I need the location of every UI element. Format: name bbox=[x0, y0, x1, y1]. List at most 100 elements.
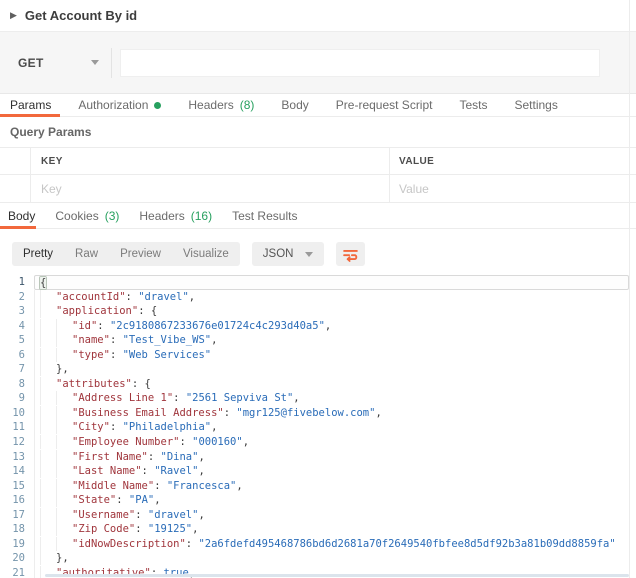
code-line: 17"Username": "dravel", bbox=[0, 508, 636, 523]
indent-guide bbox=[40, 304, 56, 318]
query-params-label: Query Params bbox=[10, 125, 91, 139]
code-line-content: "Address Line 1": "2561 Sepviva St", bbox=[34, 391, 300, 406]
tab-tests[interactable]: Tests bbox=[459, 98, 487, 112]
indent-guide bbox=[56, 435, 72, 449]
url-input[interactable] bbox=[120, 49, 600, 77]
indent-guide bbox=[56, 333, 72, 347]
code-token: "type" bbox=[72, 349, 110, 361]
code-token: "Username" bbox=[72, 509, 135, 521]
code-token: "Business Email Address" bbox=[72, 407, 224, 419]
code-line-content: }, bbox=[34, 551, 69, 566]
code-token: , bbox=[211, 334, 217, 346]
tab-settings[interactable]: Settings bbox=[515, 98, 558, 112]
auth-configured-dot-icon bbox=[154, 102, 161, 109]
code-token: , bbox=[325, 320, 331, 332]
code-line: 10"Business Email Address": "mgr125@five… bbox=[0, 406, 636, 421]
code-line: 1{ bbox=[0, 275, 636, 290]
code-token: "Francesca" bbox=[167, 480, 237, 492]
request-title-bar: ▶ Get Account By id bbox=[0, 0, 636, 32]
tab-pre-request-script[interactable]: Pre-request Script bbox=[336, 98, 433, 112]
code-token: { bbox=[40, 277, 46, 289]
view-mode-raw[interactable]: Raw bbox=[64, 242, 109, 266]
line-number: 21 bbox=[0, 566, 34, 578]
collapse-arrow-icon[interactable]: ▶ bbox=[10, 10, 17, 21]
code-line-content: "State": "PA", bbox=[34, 493, 161, 508]
active-tab-indicator bbox=[0, 226, 36, 229]
chevron-down-icon bbox=[91, 60, 99, 65]
response-body-editor[interactable]: 1{2"accountId": "dravel",3"application":… bbox=[0, 272, 636, 578]
code-token: : bbox=[135, 523, 148, 535]
code-token: "State" bbox=[72, 494, 116, 506]
tab-authorization[interactable]: Authorization bbox=[78, 98, 161, 112]
indent-guide bbox=[40, 537, 56, 551]
code-token: "name" bbox=[72, 334, 110, 346]
response-tab-body[interactable]: Body bbox=[8, 209, 35, 223]
code-token: , bbox=[236, 480, 242, 492]
checkbox-column bbox=[0, 148, 31, 174]
code-token: "idNowDescription" bbox=[72, 538, 186, 550]
view-mode-pretty[interactable]: Pretty bbox=[12, 242, 64, 266]
view-mode-visualize[interactable]: Visualize bbox=[172, 242, 240, 266]
format-label: JSON bbox=[263, 248, 294, 260]
response-tab-cookies[interactable]: Cookies (3) bbox=[55, 209, 119, 223]
code-token: , bbox=[198, 465, 204, 477]
code-line-content: "Zip Code": "19125", bbox=[34, 522, 198, 537]
code-token: , bbox=[198, 451, 204, 463]
code-token: "Zip Code" bbox=[72, 523, 135, 535]
tab-headers[interactable]: Headers (8) bbox=[188, 98, 254, 112]
line-number: 16 bbox=[0, 493, 34, 508]
response-view-toolbar: Pretty Raw Preview Visualize JSON bbox=[0, 229, 636, 272]
view-mode-preview[interactable]: Preview bbox=[109, 242, 172, 266]
code-line: 18"Zip Code": "19125", bbox=[0, 522, 636, 537]
code-token: "attributes" bbox=[56, 378, 132, 390]
code-token: : bbox=[97, 320, 110, 332]
tab-count-badge: (8) bbox=[240, 98, 255, 112]
tab-body[interactable]: Body bbox=[281, 98, 308, 112]
code-token: : bbox=[173, 392, 186, 404]
code-line-content: "City": "Philadelphia", bbox=[34, 420, 217, 435]
line-number: 19 bbox=[0, 537, 34, 552]
code-token: , bbox=[189, 291, 195, 303]
line-number: 8 bbox=[0, 377, 34, 392]
param-value-input[interactable] bbox=[399, 182, 624, 196]
horizontal-scrollbar[interactable] bbox=[45, 574, 629, 577]
code-token: "Dina" bbox=[161, 451, 199, 463]
wrap-lines-button[interactable] bbox=[336, 242, 365, 266]
code-line-content: "application": { bbox=[34, 304, 157, 319]
tab-label: Settings bbox=[515, 98, 558, 112]
line-number: 9 bbox=[0, 391, 34, 406]
active-tab-indicator bbox=[0, 114, 60, 117]
indent-guide bbox=[56, 522, 72, 536]
indent-guide bbox=[40, 377, 56, 391]
indent-guide bbox=[56, 508, 72, 522]
response-tab-test-results[interactable]: Test Results bbox=[232, 209, 297, 223]
response-tab-headers[interactable]: Headers (16) bbox=[139, 209, 212, 223]
response-format-dropdown[interactable]: JSON bbox=[252, 242, 325, 266]
code-token: "Last Name" bbox=[72, 465, 142, 477]
response-tabs: Body Cookies (3) Headers (16) Test Resul… bbox=[0, 203, 636, 229]
code-token: "accountId" bbox=[56, 291, 126, 303]
params-table: KEY VALUE bbox=[0, 147, 636, 203]
request-title: Get Account By id bbox=[25, 8, 137, 23]
method-dropdown[interactable]: GET bbox=[10, 48, 112, 78]
code-token: : bbox=[116, 494, 129, 506]
param-key-input[interactable] bbox=[41, 182, 372, 196]
line-number: 4 bbox=[0, 319, 34, 334]
code-token: : { bbox=[138, 305, 157, 317]
code-line: 6 "type": "Web Services" bbox=[0, 348, 636, 363]
line-number: 6 bbox=[0, 348, 34, 363]
tab-params[interactable]: Params bbox=[10, 98, 51, 112]
line-number: 1 bbox=[0, 275, 34, 290]
indent-guide bbox=[56, 406, 72, 420]
code-token: : bbox=[110, 421, 123, 433]
code-token: : bbox=[110, 349, 123, 361]
tab-label: Cookies bbox=[55, 209, 98, 223]
indent-guide bbox=[56, 348, 72, 362]
code-token: : { bbox=[132, 378, 151, 390]
code-token: , bbox=[211, 421, 217, 433]
checkbox-cell bbox=[0, 175, 31, 202]
line-number: 10 bbox=[0, 406, 34, 421]
code-token: "Web Services" bbox=[123, 349, 212, 361]
indent-guide bbox=[40, 348, 56, 362]
code-line-content: "idNowDescription": "2a6fdefd495468786bd… bbox=[34, 537, 616, 552]
